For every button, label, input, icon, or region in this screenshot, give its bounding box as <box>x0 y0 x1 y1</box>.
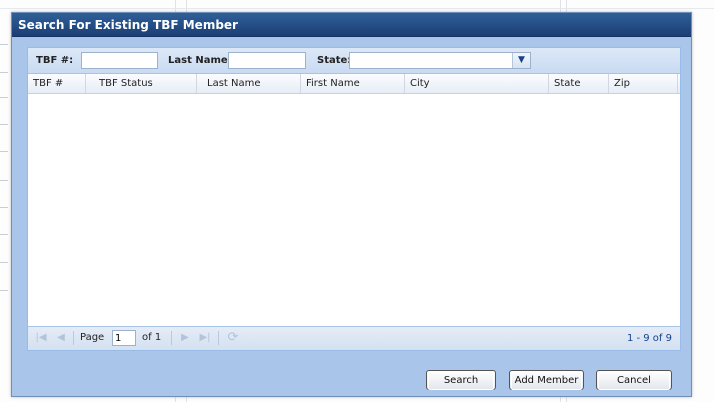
tbf-number-input[interactable] <box>81 52 158 69</box>
background-tick <box>0 151 8 152</box>
column-header-state[interactable]: State <box>549 74 609 93</box>
background-tick <box>0 207 8 208</box>
column-header-city[interactable]: City <box>405 74 549 93</box>
add-member-button[interactable]: Add Member <box>509 370 584 390</box>
background-tick <box>0 262 8 263</box>
column-header-first-name[interactable]: First Name <box>301 74 405 93</box>
background-tick <box>0 234 8 235</box>
record-count: 1 - 9 of 9 <box>626 333 672 344</box>
cancel-button-label: Cancel <box>598 372 670 390</box>
paging-toolbar: |◀ ◀ Page of 1 ▶ ▶| ⟳ 1 - 9 of 9 <box>28 326 680 350</box>
pager-separator <box>218 331 219 345</box>
results-grid-body[interactable] <box>28 94 680 328</box>
search-member-dialog: Search For Existing TBF Member TBF #: La… <box>11 12 692 397</box>
previous-page-icon[interactable]: ◀ <box>54 331 68 345</box>
column-header-zip[interactable]: Zip <box>609 74 678 93</box>
background-tick <box>0 180 8 181</box>
state-label: State: <box>317 55 352 66</box>
pager-separator <box>73 331 74 345</box>
chevron-down-icon[interactable]: ▼ <box>512 53 530 68</box>
page-number-input[interactable] <box>112 330 136 346</box>
background-divider <box>0 8 714 9</box>
first-page-icon[interactable]: |◀ <box>34 331 48 345</box>
tbf-number-label: TBF #: <box>36 55 74 66</box>
last-name-input[interactable] <box>228 52 306 69</box>
column-header-last-name[interactable]: Last Name <box>202 74 301 93</box>
background-tick <box>0 72 8 73</box>
background-tick <box>0 44 8 45</box>
add-member-button-label: Add Member <box>511 372 582 390</box>
refresh-icon[interactable]: ⟳ <box>226 331 240 345</box>
search-button-label: Search <box>428 372 494 390</box>
last-name-label: Last Name: <box>168 55 232 66</box>
state-select[interactable]: ▼ <box>349 52 531 69</box>
grid-header: TBF # TBF Status Last Name First Name Ci… <box>28 74 680 94</box>
page-total-label: of 1 <box>142 332 162 343</box>
filter-toolbar: TBF #: Last Name: State: ▼ <box>28 48 680 74</box>
column-header-tbf-status[interactable]: TBF Status <box>94 74 197 93</box>
dialog-title[interactable]: Search For Existing TBF Member <box>12 13 691 37</box>
last-page-icon[interactable]: ▶| <box>198 331 212 345</box>
background-tick <box>0 97 8 98</box>
background-tick <box>0 290 8 291</box>
search-button[interactable]: Search <box>426 370 496 390</box>
page-label: Page <box>80 332 105 343</box>
next-page-icon[interactable]: ▶ <box>178 331 192 345</box>
cancel-button[interactable]: Cancel <box>596 370 672 390</box>
search-panel: TBF #: Last Name: State: ▼ TBF # TBF Sta… <box>27 47 681 351</box>
column-header-tbf-number[interactable]: TBF # <box>28 74 86 93</box>
background-tick <box>0 124 8 125</box>
pager-separator <box>171 331 172 345</box>
